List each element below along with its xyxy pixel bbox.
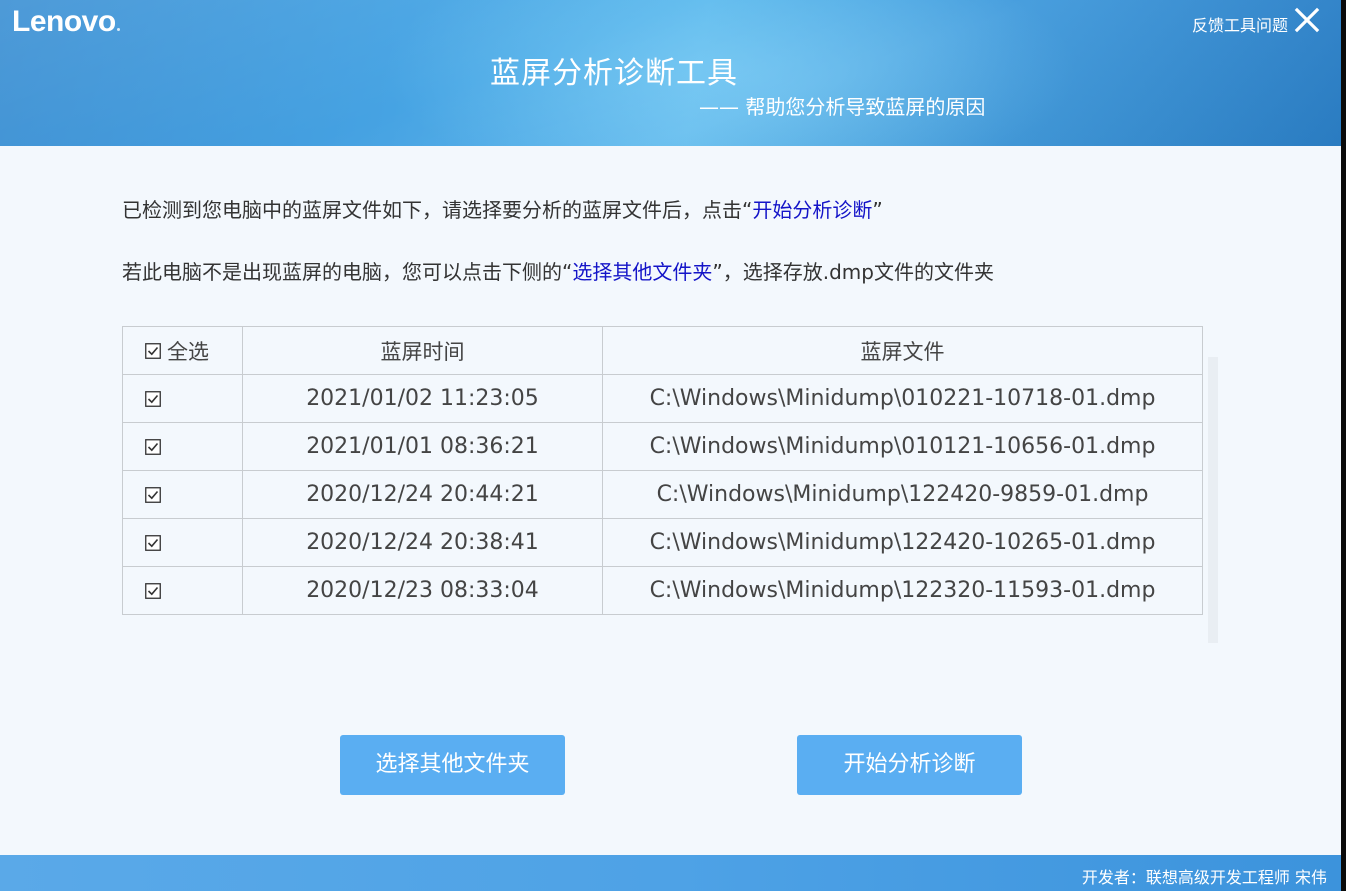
row-time: 2020/12/24 20:38:41 (242, 518, 603, 567)
app-window: Lenovo 反馈工具问题 蓝屏分析诊断工具 —— 帮助您分析导致蓝屏的原因 已… (0, 0, 1341, 891)
instruction-2-highlight: 选择其他文件夹 (572, 260, 713, 284)
table-row[interactable]: 2020/12/24 20:38:41 C:\Windows\Minidump\… (122, 518, 1203, 567)
row-file: C:\Windows\Minidump\010221-10718-01.dmp (602, 374, 1203, 423)
row-time: 2021/01/02 11:23:05 (242, 374, 603, 423)
row-time: 2021/01/01 08:36:21 (242, 422, 603, 471)
row-checkbox-cell[interactable] (122, 518, 243, 567)
checkbox-checked-icon[interactable] (145, 583, 161, 599)
footer-bar: 开发者：联想高级开发工程师 宋伟 (0, 855, 1341, 891)
page-title: 蓝屏分析诊断工具 (490, 56, 738, 91)
logo-text: Lenovo (12, 5, 116, 38)
table-header-row: 全选 蓝屏时间 蓝屏文件 (122, 326, 1203, 375)
logo-dot (116, 28, 120, 31)
instruction-1-suffix: ” (872, 198, 883, 222)
column-header-file: 蓝屏文件 (602, 326, 1203, 375)
table-row[interactable]: 2021/01/01 08:36:21 C:\Windows\Minidump\… (122, 422, 1203, 471)
table-row[interactable]: 2020/12/23 08:33:04 C:\Windows\Minidump\… (122, 566, 1203, 615)
close-icon (1294, 7, 1320, 33)
instruction-line-1: 已检测到您电脑中的蓝屏文件如下，请选择要分析的蓝屏文件后，点击“开始分析诊断” (122, 194, 883, 223)
checkbox-checked-icon[interactable] (145, 487, 161, 503)
dump-file-table-container: 全选 蓝屏时间 蓝屏文件 2021/01/02 11:23:05 C:\Wind… (122, 326, 1203, 615)
row-time: 2020/12/24 20:44:21 (242, 470, 603, 519)
dump-file-table: 全选 蓝屏时间 蓝屏文件 2021/01/02 11:23:05 C:\Wind… (122, 326, 1203, 615)
feedback-link[interactable]: 反馈工具问题 (1192, 12, 1288, 36)
table-scrollbar[interactable] (1208, 357, 1218, 643)
row-checkbox-cell[interactable] (122, 374, 243, 423)
row-file: C:\Windows\Minidump\122420-10265-01.dmp (602, 518, 1203, 567)
select-all-checkbox-icon[interactable] (145, 342, 161, 359)
instruction-2-prefix: 若此电脑不是出现蓝屏的电脑，您可以点击下侧的“ (122, 260, 573, 284)
select-all-cell[interactable]: 全选 (122, 326, 243, 375)
lenovo-logo: Lenovo (12, 5, 120, 39)
row-checkbox-cell[interactable] (122, 422, 243, 471)
window-edge (1341, 0, 1346, 891)
row-file: C:\Windows\Minidump\122420-9859-01.dmp (602, 470, 1203, 519)
row-checkbox-cell[interactable] (122, 470, 243, 519)
row-checkbox-cell[interactable] (122, 566, 243, 615)
instruction-1-prefix: 已检测到您电脑中的蓝屏文件如下，请选择要分析的蓝屏文件后，点击“ (122, 198, 753, 222)
start-analysis-button[interactable]: 开始分析诊断 (797, 735, 1022, 795)
checkbox-checked-icon[interactable] (145, 439, 161, 455)
instruction-line-2: 若此电脑不是出现蓝屏的电脑，您可以点击下侧的“选择其他文件夹”，选择存放.dmp… (122, 256, 994, 285)
instruction-2-suffix: ”，选择存放.dmp文件的文件夹 (712, 260, 994, 284)
select-all-label: 全选 (167, 339, 209, 364)
checkbox-checked-icon[interactable] (145, 391, 161, 407)
developer-credit: 开发者：联想高级开发工程师 宋伟 (1081, 868, 1327, 887)
select-folder-button[interactable]: 选择其他文件夹 (340, 735, 565, 795)
close-button[interactable] (1293, 6, 1321, 34)
row-file: C:\Windows\Minidump\010121-10656-01.dmp (602, 422, 1203, 471)
page-subtitle: —— 帮助您分析导致蓝屏的原因 (699, 95, 986, 119)
table-row[interactable]: 2021/01/02 11:23:05 C:\Windows\Minidump\… (122, 374, 1203, 423)
header-banner: Lenovo 反馈工具问题 蓝屏分析诊断工具 —— 帮助您分析导致蓝屏的原因 (0, 0, 1341, 146)
table-row[interactable]: 2020/12/24 20:44:21 C:\Windows\Minidump\… (122, 470, 1203, 519)
row-file: C:\Windows\Minidump\122320-11593-01.dmp (602, 566, 1203, 615)
checkbox-checked-icon[interactable] (145, 535, 161, 551)
instruction-1-highlight: 开始分析诊断 (752, 198, 873, 222)
row-time: 2020/12/23 08:33:04 (242, 566, 603, 615)
column-header-time: 蓝屏时间 (242, 326, 603, 375)
